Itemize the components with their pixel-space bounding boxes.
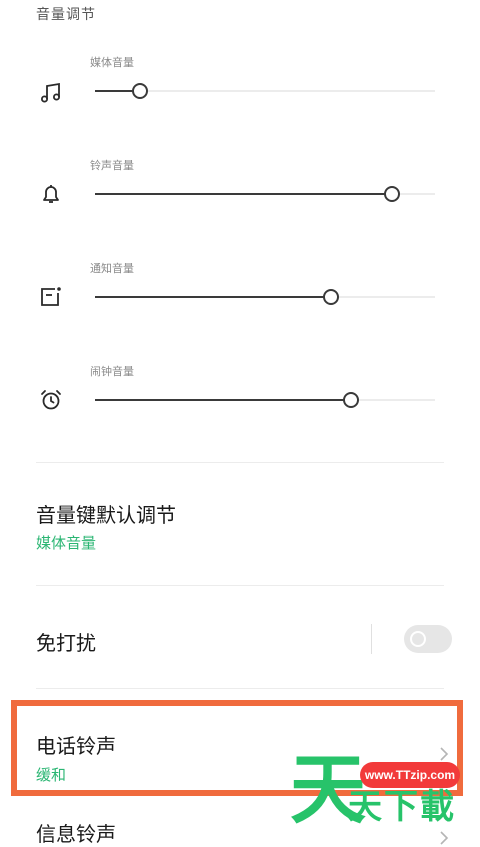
- section-title: 音量调节: [36, 7, 96, 23]
- notification-icon: [41, 287, 61, 306]
- message-tone-title: 信息铃声: [36, 822, 116, 846]
- toggle-separator: [371, 624, 372, 654]
- slider-label: 闹钟音量: [90, 365, 134, 378]
- slider-thumb[interactable]: [383, 186, 400, 202]
- alarm-clock-icon: [41, 390, 61, 410]
- slider-label: 铃声音量: [90, 159, 134, 172]
- notification-volume-slider[interactable]: [95, 289, 435, 305]
- slider-thumb[interactable]: [343, 392, 359, 408]
- watermark-text: 天下載: [348, 787, 456, 827]
- alarm-volume-slider[interactable]: [95, 392, 435, 408]
- toggle-knob: [410, 631, 426, 647]
- volume-key-value: 媒体音量: [36, 534, 97, 552]
- divider: [36, 585, 444, 586]
- chevron-right-icon: [440, 831, 449, 845]
- ring-volume-slider[interactable]: [95, 186, 435, 202]
- divider: [36, 462, 444, 463]
- slider-thumb[interactable]: [322, 289, 339, 305]
- alarm-volume-slider-block: 闹钟音量: [0, 359, 480, 459]
- media-volume-slider[interactable]: [95, 83, 435, 99]
- do-not-disturb-toggle[interactable]: [404, 625, 452, 653]
- watermark-url: www.TTzip.com: [360, 762, 460, 788]
- media-volume-slider-block: 媒体音量: [0, 50, 480, 150]
- volume-key-title: 音量键默认调节: [36, 503, 176, 527]
- slider-label: 媒体音量: [90, 56, 134, 69]
- slider-thumb[interactable]: [132, 83, 149, 99]
- ring-volume-slider-block: 铃声音量: [0, 153, 480, 253]
- slider-fill: [95, 296, 330, 298]
- slider-fill: [95, 399, 350, 401]
- slider-label: 通知音量: [90, 262, 134, 275]
- do-not-disturb-title: 免打扰: [36, 631, 96, 655]
- divider: [36, 688, 444, 689]
- slider-fill: [95, 193, 391, 195]
- bell-icon: [43, 185, 59, 203]
- music-note-icon: [41, 82, 60, 103]
- volume-key-setting[interactable]: 音量键默认调节 媒体音量: [0, 480, 480, 575]
- notification-volume-slider-block: 通知音量: [0, 256, 480, 356]
